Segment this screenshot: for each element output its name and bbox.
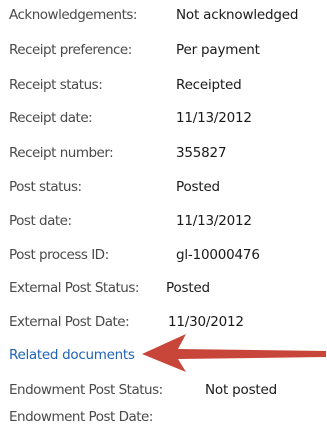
post-status-value: Posted <box>176 179 220 195</box>
external-post-date-value: 11/30/2012 <box>168 314 244 330</box>
post-status-label: Post status: <box>9 179 82 195</box>
receipt-number-value: 355827 <box>176 145 227 161</box>
post-process-id-value: gl-10000476 <box>176 247 260 263</box>
post-date-label: Post date: <box>9 213 72 229</box>
external-post-status-value: Posted <box>166 280 210 296</box>
external-post-date-label: External Post Date: <box>9 314 130 330</box>
endowment-post-status-label: Endowment Post Status: <box>9 382 163 398</box>
external-post-status-label: External Post Status: <box>9 280 139 296</box>
receipt-preference-value: Per payment <box>176 42 260 58</box>
receipt-number-label: Receipt number: <box>9 145 114 161</box>
acknowledgements-value: Not acknowledged <box>176 7 299 23</box>
record-details-panel: Acknowledgements: Not acknowledged Recei… <box>0 0 327 426</box>
post-process-id-label: Post process ID: <box>9 247 109 263</box>
receipt-status-value: Receipted <box>176 77 242 93</box>
receipt-date-label: Receipt date: <box>9 110 93 126</box>
receipt-status-label: Receipt status: <box>9 77 103 93</box>
acknowledgements-label: Acknowledgements: <box>9 7 137 23</box>
arrow-left-icon <box>142 334 326 372</box>
endowment-post-date-label: Endowment Post Date: <box>9 409 153 425</box>
receipt-preference-label: Receipt preference: <box>9 42 132 58</box>
receipt-date-value: 11/13/2012 <box>176 110 252 126</box>
related-documents-link[interactable]: Related documents <box>9 345 135 365</box>
endowment-post-status-value: Not posted <box>205 382 277 398</box>
post-date-value: 11/13/2012 <box>176 213 252 229</box>
